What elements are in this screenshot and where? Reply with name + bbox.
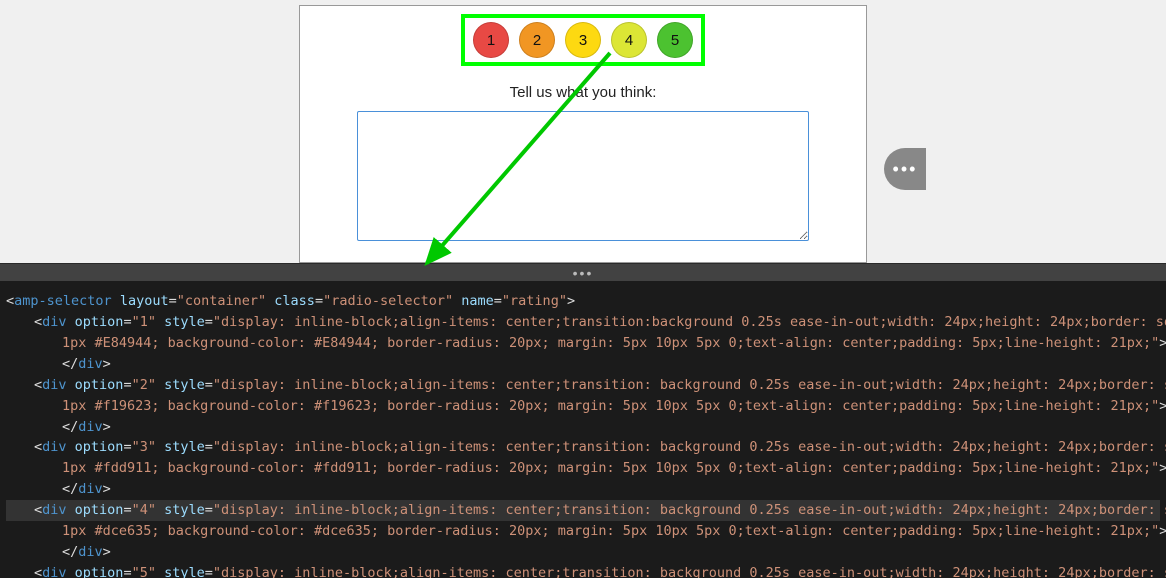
rating-option-4[interactable]: 4 <box>611 22 647 58</box>
rating-option-1[interactable]: 1 <box>473 22 509 58</box>
rating-option-5[interactable]: 5 <box>657 22 693 58</box>
preview-panel: 12345 Tell us what you think: ••• <box>0 0 1166 263</box>
feedback-card: 12345 Tell us what you think: <box>299 5 867 263</box>
rating-option-3[interactable]: 3 <box>565 22 601 58</box>
dots-icon: ••• <box>893 159 918 180</box>
rating-option-2[interactable]: 2 <box>519 22 555 58</box>
feedback-textarea[interactable] <box>357 111 809 241</box>
rating-selector-highlight: 12345 <box>461 14 705 66</box>
panel-splitter[interactable]: ••• <box>0 263 1166 281</box>
dots-icon: ••• <box>573 265 594 281</box>
code-panel[interactable]: <amp-selector layout="container" class="… <box>0 281 1166 578</box>
prompt-label: Tell us what you think: <box>510 84 657 101</box>
floating-menu-button[interactable]: ••• <box>884 148 926 190</box>
